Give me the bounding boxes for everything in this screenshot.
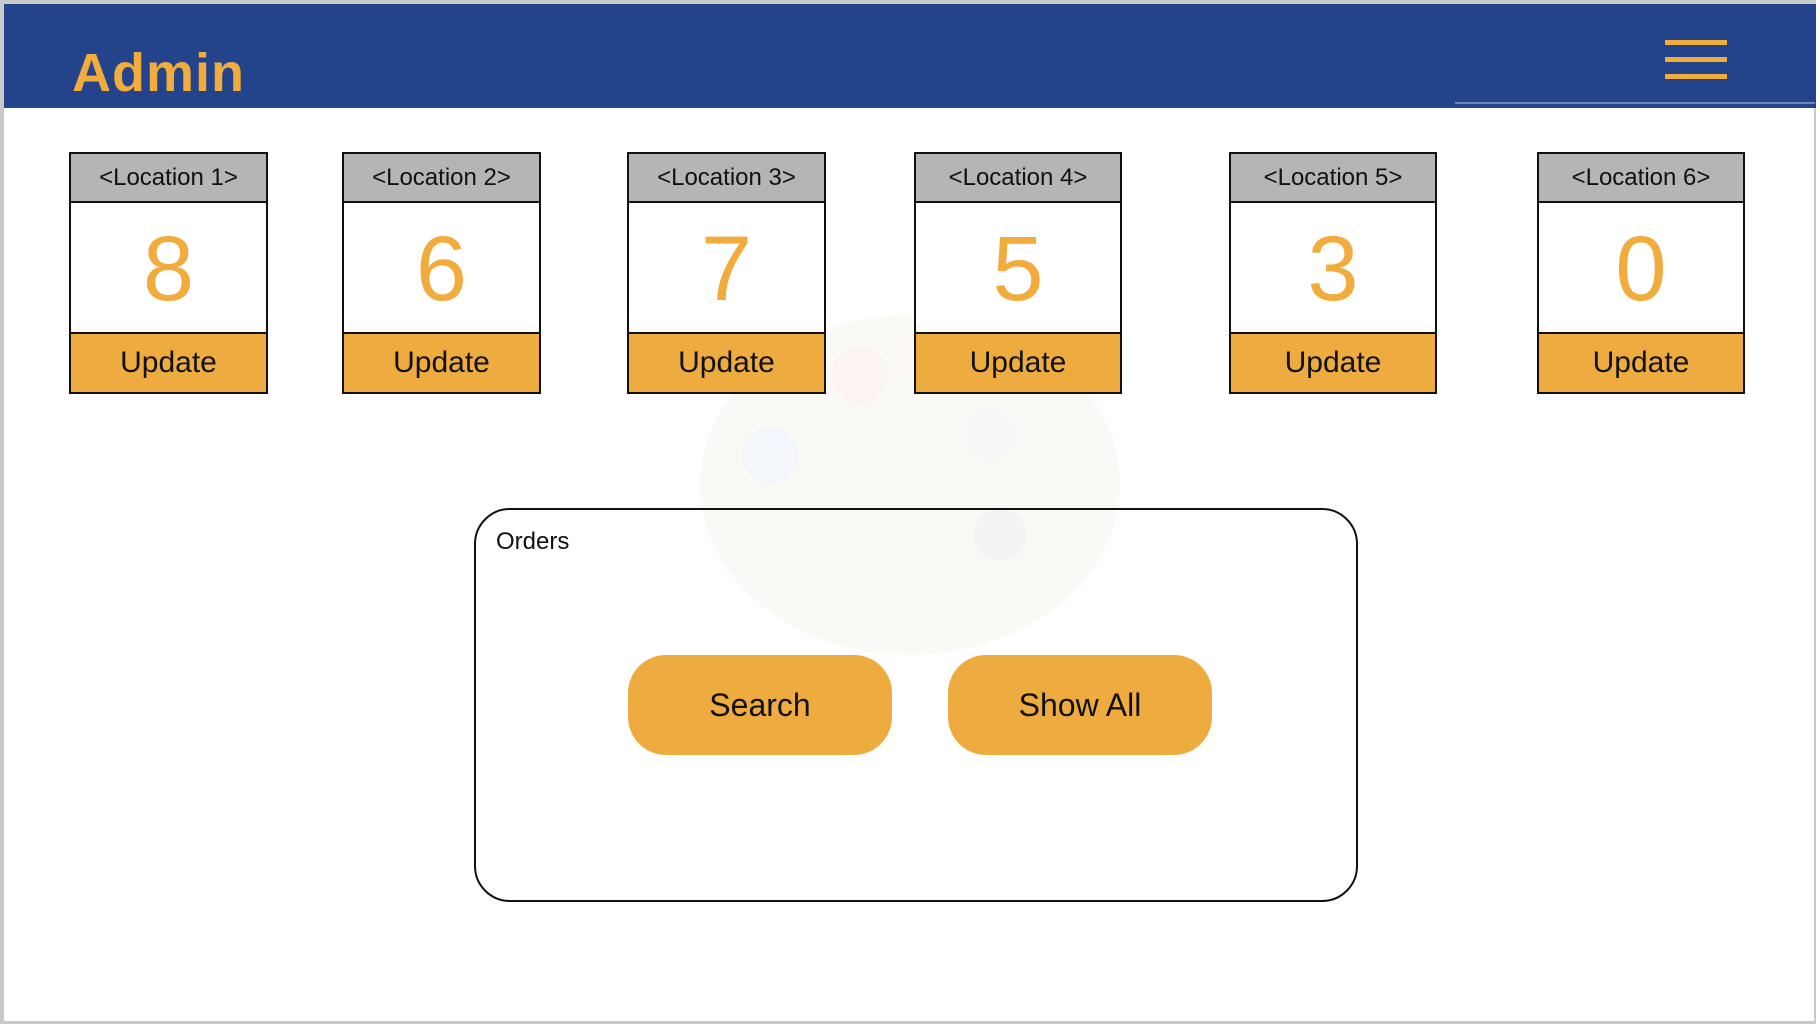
orders-panel: Orders Search Show All	[474, 508, 1358, 902]
location-count: 7	[700, 217, 753, 320]
location-label: <Location 3>	[629, 154, 824, 203]
app-title: Admin	[72, 43, 245, 103]
location-count: 6	[415, 217, 468, 320]
location-card-2: <Location 2> 6 Update	[342, 152, 541, 394]
location-count: 5	[992, 217, 1044, 320]
search-button[interactable]: Search	[628, 655, 892, 755]
location-count: 0	[1615, 217, 1667, 320]
location-card-3: <Location 3> 7 Update	[627, 152, 826, 394]
location-label: <Location 2>	[344, 154, 539, 203]
update-button-location-3[interactable]: Update	[629, 332, 824, 392]
location-count: 3	[1307, 217, 1359, 320]
update-button-location-1[interactable]: Update	[71, 332, 266, 392]
location-card-1: <Location 1> 8 Update	[69, 152, 268, 394]
update-button-location-6[interactable]: Update	[1539, 332, 1743, 392]
hamburger-menu-icon[interactable]	[1665, 40, 1727, 82]
header-divider	[1455, 102, 1815, 104]
location-card-4: <Location 4> 5 Update	[914, 152, 1122, 394]
location-card-6: <Location 6> 0 Update	[1537, 152, 1745, 394]
location-label: <Location 6>	[1539, 154, 1743, 203]
update-button-location-2[interactable]: Update	[344, 332, 539, 392]
orders-title: Orders	[496, 528, 570, 555]
location-label: <Location 4>	[916, 154, 1120, 203]
location-label: <Location 5>	[1231, 154, 1435, 203]
update-button-location-4[interactable]: Update	[916, 332, 1120, 392]
app-header: Admin	[4, 4, 1816, 108]
location-count: 8	[142, 217, 195, 320]
location-label: <Location 1>	[71, 154, 266, 203]
update-button-location-5[interactable]: Update	[1231, 332, 1435, 392]
show-all-button[interactable]: Show All	[948, 655, 1212, 755]
location-card-5: <Location 5> 3 Update	[1229, 152, 1437, 394]
